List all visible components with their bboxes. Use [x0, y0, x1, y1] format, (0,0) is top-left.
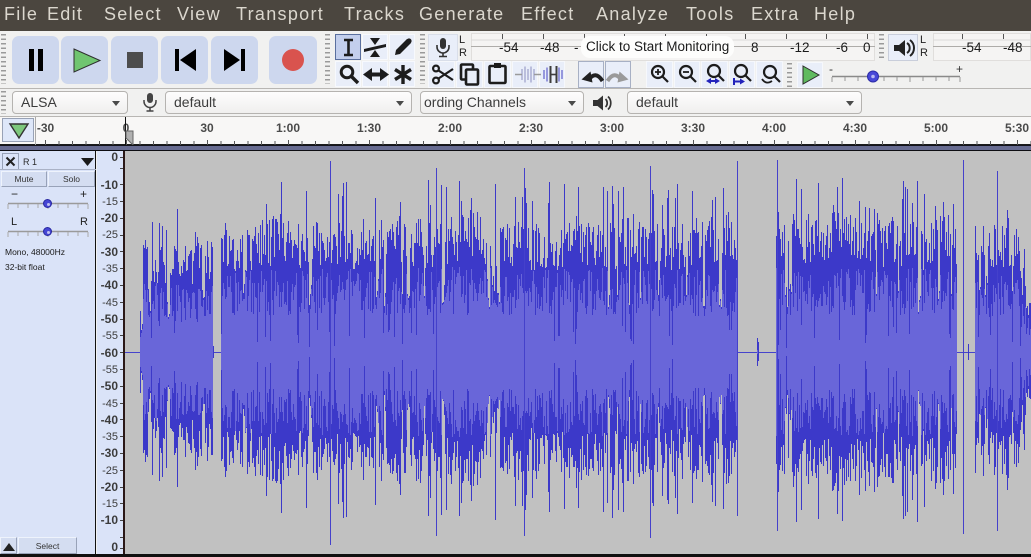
svg-text:-25: -25 [102, 229, 118, 241]
svg-text:1:00: 1:00 [276, 121, 300, 135]
svg-text:-25: -25 [102, 465, 118, 477]
svg-text:-10: -10 [101, 178, 119, 192]
svg-text:-45: -45 [102, 398, 118, 410]
svg-text:4:00: 4:00 [762, 121, 786, 135]
svg-text:3:30: 3:30 [681, 121, 705, 135]
svg-text:-20: -20 [101, 211, 119, 225]
svg-text:-60: -60 [101, 346, 119, 360]
svg-text:-55: -55 [102, 330, 118, 342]
svg-text:-10: -10 [101, 513, 119, 527]
svg-text:-35: -35 [102, 431, 118, 443]
svg-text:-45: -45 [102, 297, 118, 309]
svg-text:-30: -30 [37, 121, 55, 135]
svg-text:-30: -30 [101, 245, 119, 259]
svg-text:-35: -35 [102, 263, 118, 275]
svg-text:5:00: 5:00 [924, 121, 948, 135]
svg-text:4:30: 4:30 [843, 121, 867, 135]
svg-text:0: 0 [111, 540, 118, 554]
svg-text:-55: -55 [102, 364, 118, 376]
svg-text:0: 0 [111, 151, 118, 164]
svg-text:-40: -40 [101, 413, 119, 427]
svg-text:3:00: 3:00 [600, 121, 624, 135]
svg-text:-50: -50 [101, 312, 119, 326]
svg-text:-15: -15 [102, 196, 118, 208]
svg-text:-40: -40 [101, 278, 119, 292]
svg-text:1:30: 1:30 [357, 121, 381, 135]
svg-text:+: + [956, 63, 963, 76]
svg-text:2:00: 2:00 [438, 121, 462, 135]
svg-text:5:30: 5:30 [1005, 121, 1029, 135]
svg-text:30: 30 [200, 121, 214, 135]
svg-text:2:30: 2:30 [519, 121, 543, 135]
svg-text:-15: -15 [102, 498, 118, 510]
svg-text:-20: -20 [101, 480, 119, 494]
svg-text:-50: -50 [101, 379, 119, 393]
svg-text:-: - [829, 63, 833, 76]
svg-text:-30: -30 [101, 446, 119, 460]
